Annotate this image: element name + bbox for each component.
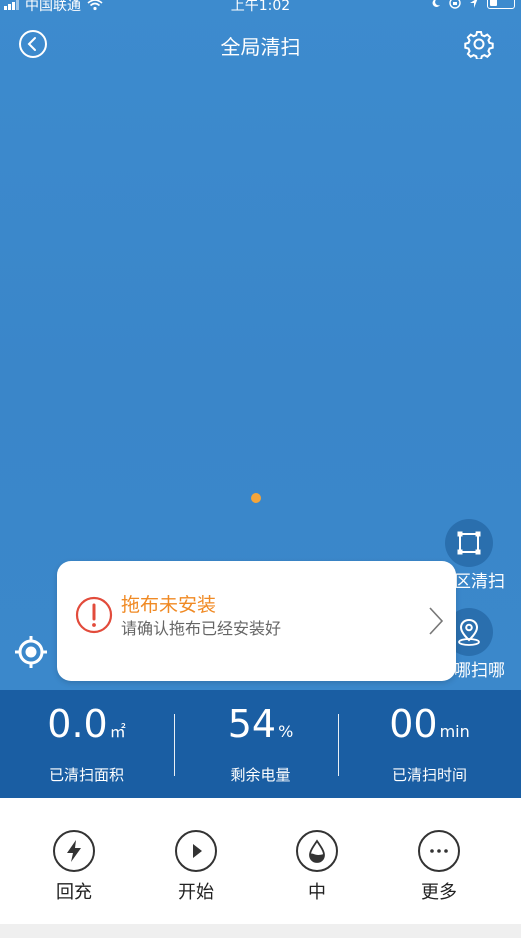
target-icon[interactable] — [14, 635, 48, 669]
start-circle — [175, 830, 217, 872]
more-label: 更多 — [421, 882, 457, 903]
control-bar: 回充 开始 中 更多 — [0, 798, 521, 924]
cleaned-area-value: 0.0 ㎡ — [0, 700, 173, 756]
cleaned-area-stat: 0.0 ㎡ 已清扫面积 — [0, 690, 173, 798]
moon-icon — [432, 0, 440, 7]
alert-message: 请确认拖布已经安装好 — [121, 619, 282, 638]
recharge-label: 回充 — [56, 882, 92, 903]
battery-unit: % — [278, 722, 294, 741]
recharge-button[interactable]: 回充 — [34, 830, 114, 904]
recharge-circle — [53, 830, 95, 872]
gear-icon[interactable] — [464, 29, 494, 59]
top-bar: 全局清扫 — [0, 22, 521, 66]
stats-divider — [338, 714, 339, 776]
status-right — [431, 0, 515, 9]
battery-number: 54 — [227, 702, 277, 746]
battery-label: 剩余电量 — [230, 766, 291, 784]
zone-clean-button[interactable] — [445, 519, 493, 567]
cleaning-stats: 0.0 ㎡ 已清扫面积 54% 剩余电量 00 min 已清扫时间 — [0, 690, 521, 798]
rotation-lock-icon — [449, 0, 461, 9]
chevron-right-icon[interactable] — [427, 606, 445, 636]
start-label: 开始 — [178, 882, 214, 903]
alert-title: 拖布未安装 — [121, 594, 217, 616]
ellipsis-icon — [430, 849, 448, 853]
area-unit: ㎡ — [109, 722, 126, 741]
suction-circle — [296, 830, 338, 872]
app-screen: 中国联通 上午1:02 全局清扫 区清扫 哪扫哪 拖布未安装 请确认拖布已经安装… — [0, 0, 521, 938]
zone-clean-label[interactable]: 区清扫 — [454, 567, 505, 592]
start-button[interactable]: 开始 — [156, 830, 236, 904]
more-button[interactable]: 更多 — [399, 830, 479, 904]
battery-value: 54% — [174, 700, 347, 756]
suction-level-button[interactable]: 中 — [277, 830, 357, 904]
time-number: 00 — [389, 702, 438, 746]
time-unit: min — [439, 722, 470, 741]
lightning-icon — [67, 840, 81, 862]
page-title: 全局清扫 — [220, 35, 301, 59]
play-icon — [193, 844, 202, 858]
crop-square-icon — [457, 531, 481, 555]
suction-label: 中 — [308, 882, 326, 903]
location-arrow-icon — [470, 0, 477, 8]
robot-position-marker — [251, 493, 261, 503]
battery-icon — [487, 0, 515, 9]
more-circle — [418, 830, 460, 872]
cleaning-time-value: 00 min — [343, 700, 516, 756]
mop-alert-card[interactable]: 拖布未安装 请确认拖布已经安装好 — [57, 561, 456, 681]
exclamation-circle-icon — [75, 596, 113, 634]
battery-stat: 54% 剩余电量 — [174, 690, 347, 798]
bottom-strip — [0, 924, 521, 938]
cleaning-time-stat: 00 min 已清扫时间 — [343, 690, 516, 798]
water-drop-icon — [309, 839, 325, 863]
spot-clean-label[interactable]: 哪扫哪 — [454, 656, 505, 681]
status-bar: 中国联通 上午1:02 — [0, 0, 521, 16]
cleaned-area-label: 已清扫面积 — [48, 766, 124, 784]
cleaning-time-label: 已清扫时间 — [391, 766, 467, 784]
area-number: 0.0 — [47, 702, 108, 746]
